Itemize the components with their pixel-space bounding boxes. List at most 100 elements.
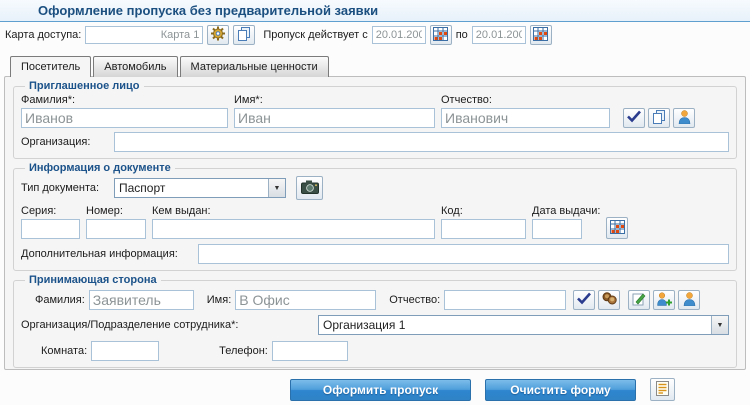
doc-number-field: Номер: [86,205,146,239]
card-access-label: Карта доступа: [5,29,81,41]
host-lastname-label: Фамилия: [35,294,85,306]
check-icon [626,110,642,126]
host-lastname-input[interactable] [89,290,194,310]
host-firstname-input[interactable] [235,290,376,310]
copy-card-button[interactable] [233,25,255,45]
visitor-lastname-label: Фамилия*: [21,94,228,106]
visitor-confirm-button[interactable] [623,108,645,128]
invited-person-legend: Приглашенное лицо [25,80,144,92]
doc-issue-date-label: Дата выдачи: [532,205,600,217]
host-edit-button[interactable] [628,290,650,310]
visitor-middlename-field: Отчество: [441,94,610,128]
issue-pass-button[interactable]: Оформить пропуск [290,379,471,401]
doc-type-label: Тип документа: [21,182,114,194]
host-room-label: Комната: [41,345,87,357]
clear-form-button[interactable]: Очистить форму [485,379,636,401]
doc-issue-date-input[interactable] [532,219,582,239]
camera-icon [301,180,319,197]
valid-to-input[interactable] [472,26,526,44]
visitor-organization-label: Организация: [21,136,114,148]
visitor-lastname-input[interactable] [21,108,228,128]
visitor-tab-panel: Приглашенное лицо Фамилия*: Имя*: Отчест… [4,76,746,370]
edit-icon [632,292,646,309]
footer-actions: Оформить пропуск Очистить форму [290,378,750,401]
doc-type-selected-value: Паспорт [115,181,268,195]
visitor-organization-row: Организация: [21,132,729,152]
host-action-buttons [573,290,700,310]
doc-type-row: Тип документа: Паспорт ▼ [21,176,729,200]
host-middlename-input[interactable] [444,290,566,310]
invited-person-section: Приглашенное лицо Фамилия*: Имя*: Отчест… [13,80,737,159]
doc-code-label: Код: [441,205,526,217]
doc-series-input[interactable] [21,219,80,239]
card-reader-gear-icon [210,26,226,44]
visitor-person-button[interactable] [673,108,695,128]
doc-code-field: Код: [441,205,526,239]
document-info-legend: Информация о документе [25,162,175,174]
host-party-section: Принимающая сторона Фамилия: Имя: Отчест… [13,274,737,368]
card-reader-button[interactable] [207,25,229,45]
host-middlename-label: Отчество: [389,294,440,306]
host-add-person-button[interactable] [653,290,675,310]
visitor-middlename-input[interactable] [441,108,610,128]
host-firstname-label: Имя: [207,294,231,306]
document-lines-icon [656,381,669,399]
host-persons-button[interactable] [598,290,620,310]
report-button[interactable] [650,378,675,401]
host-room-input[interactable] [91,341,159,361]
host-organization-row: Организация/Подразделение сотрудника*: О… [21,315,729,335]
valid-to-label: по [456,29,468,41]
chevron-down-icon: ▼ [711,316,728,334]
page-title: Оформление пропуска без предварительной … [38,3,378,18]
host-organization-select[interactable]: Организация 1 ▼ [318,315,729,335]
issue-date-calendar-button[interactable] [606,217,628,239]
visitor-name-row: Фамилия*: Имя*: Отчество: [21,94,729,128]
host-contact-row: Комната: Телефон: [21,341,729,361]
person-icon [678,110,691,127]
valid-from-input[interactable] [372,26,426,44]
host-party-legend: Принимающая сторона [25,274,161,286]
calendar-from-button[interactable] [430,25,452,45]
tab-car[interactable]: Автомобиль [93,56,177,77]
visitor-copy-button[interactable] [648,108,670,128]
doc-number-label: Номер: [86,205,146,217]
doc-issued-by-input[interactable] [152,219,435,239]
tab-material-values[interactable]: Материальные ценности [180,56,329,77]
visitor-firstname-input[interactable] [234,108,435,128]
doc-type-select[interactable]: Паспорт ▼ [114,178,286,198]
doc-details-row: Серия: Номер: Кем выдан: Код: Дата выдач… [21,205,729,239]
host-phone-input[interactable] [272,341,348,361]
copy-icon [237,27,251,44]
photo-capture-button[interactable] [296,176,323,200]
calendar-icon [433,27,448,44]
card-access-row: Карта доступа: Пропуск действует с по [0,22,750,48]
host-name-row: Фамилия: Имя: Отчество: [21,290,729,310]
visitor-middlename-label: Отчество: [441,94,610,106]
doc-code-input[interactable] [441,219,526,239]
doc-extra-info-input[interactable] [198,244,729,264]
visitor-lastname-field: Фамилия*: [21,94,228,128]
person-add-icon [656,292,672,309]
doc-series-field: Серия: [21,205,80,239]
card-access-input[interactable] [85,26,203,44]
person-icon [683,292,696,309]
calendar-to-button[interactable] [530,25,552,45]
host-phone-label: Телефон: [219,345,268,357]
pass-form-window: Оформление пропуска без предварительной … [0,0,750,401]
check-icon [576,292,592,308]
host-organization-selected-value: Организация 1 [319,318,711,332]
visitor-organization-input[interactable] [114,132,729,152]
doc-number-input[interactable] [86,219,146,239]
copy-icon [652,110,666,127]
document-info-section: Информация о документе Тип документа: Па… [13,162,737,271]
persons-brown-icon [602,292,617,308]
titlebar: Оформление пропуска без предварительной … [0,0,750,22]
calendar-icon [610,220,625,237]
doc-issued-by-label: Кем выдан: [152,205,435,217]
tab-visitor[interactable]: Посетитель [10,56,91,77]
host-confirm-button[interactable] [573,290,595,310]
host-person-button[interactable] [678,290,700,310]
doc-extra-info-row: Дополнительная информация: [21,244,729,264]
doc-issue-date-field: Дата выдачи: [532,205,600,239]
doc-series-label: Серия: [21,205,80,217]
